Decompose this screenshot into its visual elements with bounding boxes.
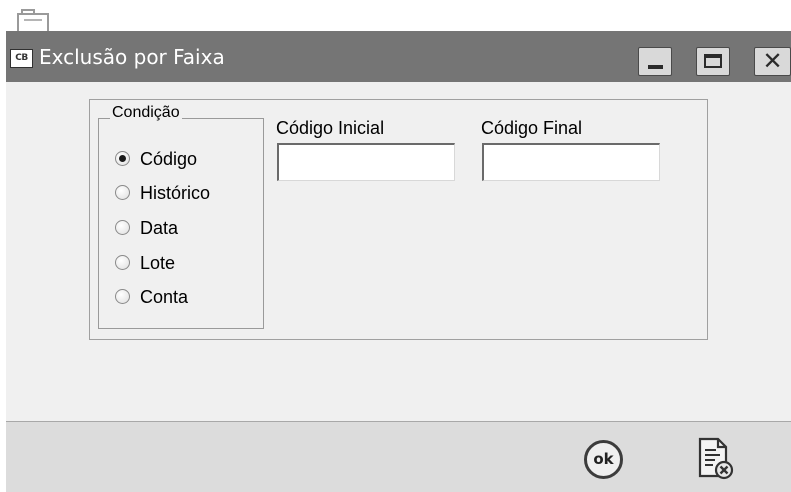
window-title: Exclusão por Faixa	[39, 45, 225, 69]
radio-data-indicator[interactable]	[115, 220, 130, 235]
ok-button[interactable]: ok	[584, 440, 623, 479]
radio-codigo-label[interactable]: Código	[140, 148, 197, 170]
codigo-final-input[interactable]	[482, 143, 660, 181]
ok-icon: ok	[593, 450, 614, 468]
radio-historico-label[interactable]: Histórico	[140, 182, 210, 204]
codigo-inicial-label: Código Inicial	[276, 118, 385, 138]
printer-icon	[17, 9, 49, 33]
minimize-icon	[648, 65, 663, 69]
radio-lote-label[interactable]: Lote	[140, 252, 175, 274]
radio-lote-indicator[interactable]	[115, 255, 130, 270]
radio-codigo-indicator[interactable]	[115, 151, 130, 166]
dialog-window: CB Exclusão por Faixa ✕ Condição Código …	[6, 31, 791, 492]
app-logo-icon[interactable]: CB	[10, 49, 33, 68]
close-button[interactable]: ✕	[754, 47, 791, 76]
maximize-icon	[704, 54, 722, 68]
radio-data-label[interactable]: Data	[140, 217, 178, 239]
radio-conta-label[interactable]: Conta	[140, 286, 188, 308]
radio-historico-indicator[interactable]	[115, 185, 130, 200]
footer-toolbar: ok	[6, 421, 791, 492]
radio-conta-indicator[interactable]	[115, 289, 130, 304]
maximize-button[interactable]	[696, 47, 730, 76]
codigo-final-label: Código Final	[481, 118, 583, 138]
title-bar[interactable]: CB Exclusão por Faixa ✕	[6, 31, 791, 82]
condition-group-legend: Condição	[110, 103, 182, 123]
minimize-button[interactable]	[638, 47, 672, 76]
codigo-inicial-input[interactable]	[277, 143, 455, 181]
close-icon: ✕	[762, 47, 783, 75]
cancel-document-icon[interactable]	[696, 436, 736, 482]
